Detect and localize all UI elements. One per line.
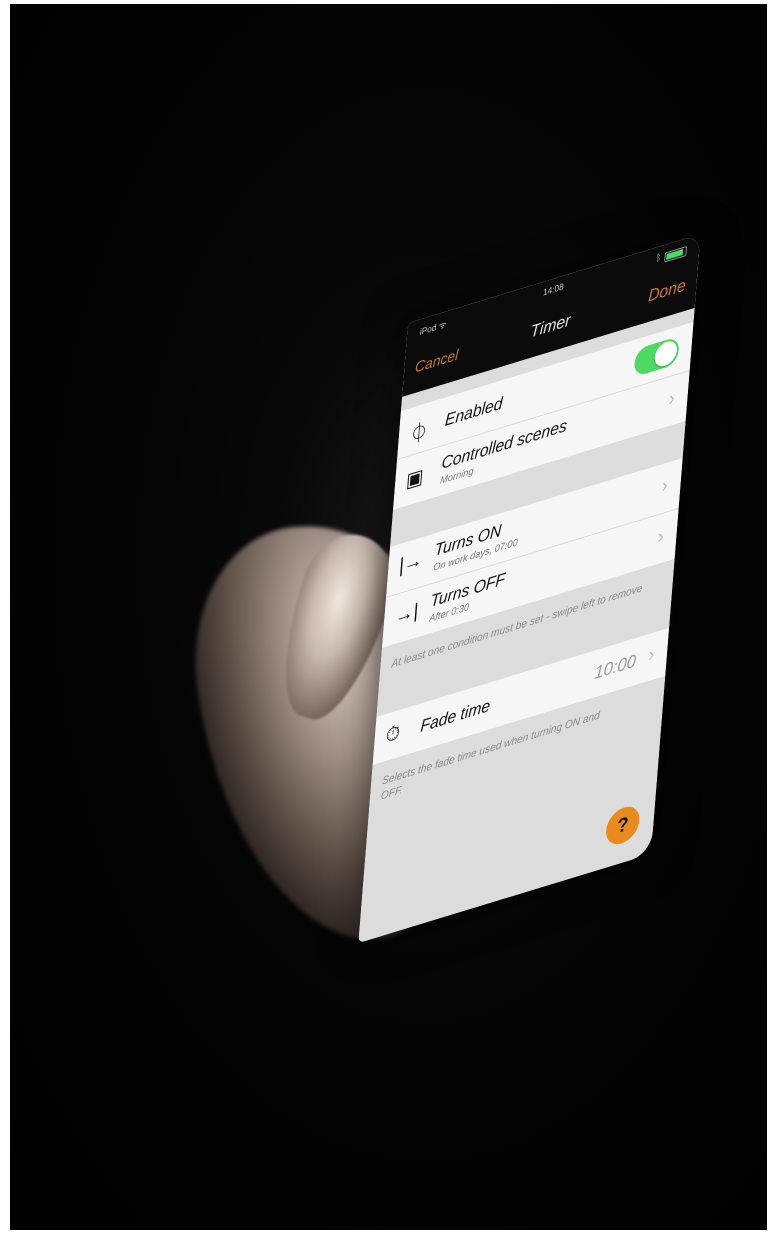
fade-time-label: Fade time: [419, 695, 491, 736]
arrow-out-icon: →|: [394, 599, 420, 629]
toggle-knob: [653, 338, 678, 370]
help-button[interactable]: ?: [604, 802, 641, 849]
chevron-right-icon: ›: [660, 473, 669, 498]
phone: iPod ᯤ 14:08 ᛒ Cancel Timer Done ⏀ Enabl…: [358, 233, 701, 943]
photo-background: iPod ᯤ 14:08 ᛒ Cancel Timer Done ⏀ Enabl…: [10, 4, 767, 1230]
battery-fill: [666, 249, 684, 261]
clock-icon: ⏀: [408, 420, 429, 448]
bluetooth-icon: ᛒ: [655, 251, 662, 264]
scene-icon: ▣: [405, 465, 425, 493]
done-button[interactable]: Done: [647, 275, 687, 306]
fade-time-value: 10:00: [593, 650, 637, 684]
battery-icon: [664, 245, 688, 263]
enabled-toggle[interactable]: [633, 335, 680, 378]
chevron-right-icon: ›: [647, 642, 656, 667]
arrow-in-icon: |→: [398, 548, 424, 578]
phone-screen: iPod ᯤ 14:08 ᛒ Cancel Timer Done ⏀ Enabl…: [358, 233, 701, 943]
enabled-label: Enabled: [444, 393, 504, 430]
chevron-right-icon: ›: [656, 524, 665, 549]
stopwatch-icon: ⏱: [384, 721, 401, 748]
chevron-right-icon: ›: [667, 386, 676, 411]
